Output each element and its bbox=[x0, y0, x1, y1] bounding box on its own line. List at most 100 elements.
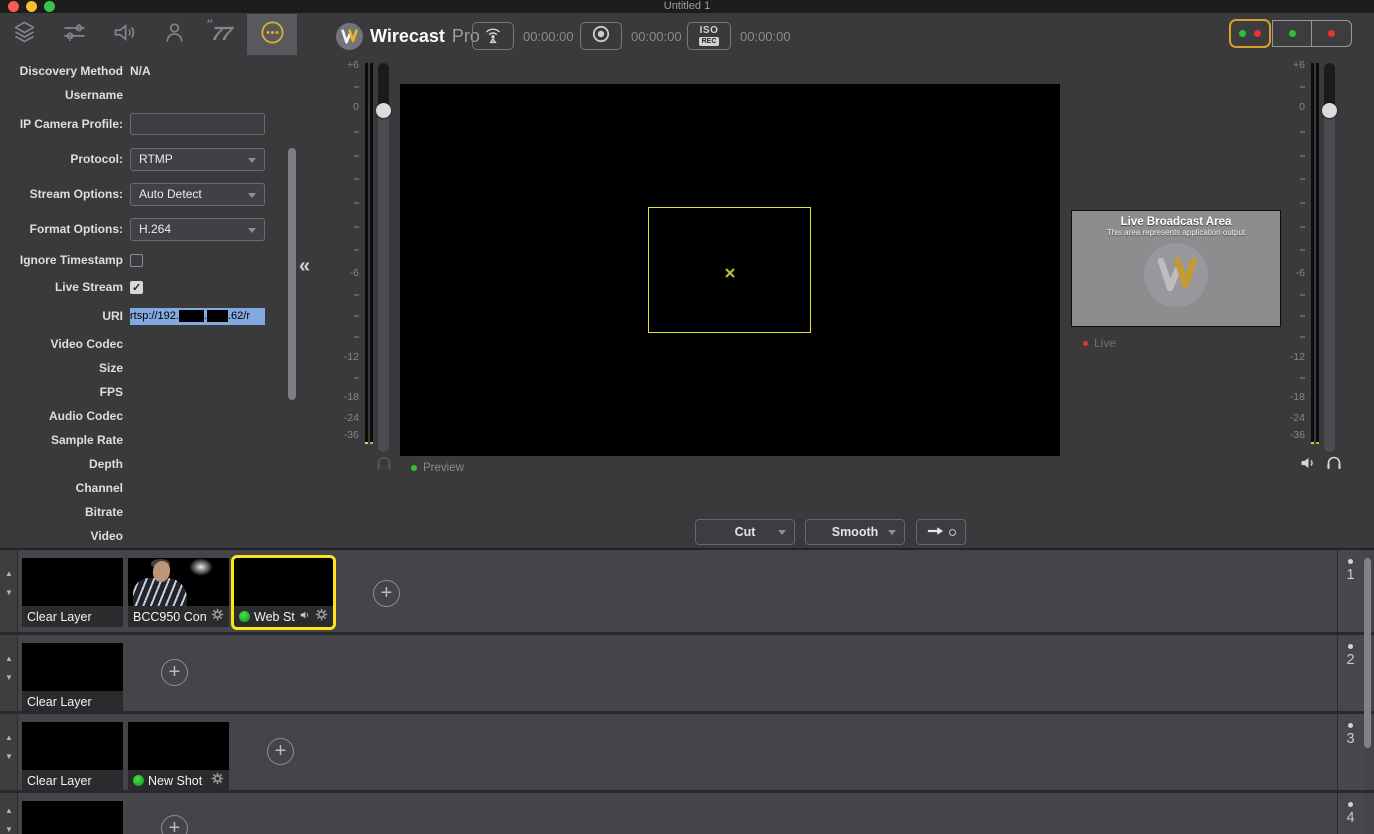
add-shot-button[interactable] bbox=[161, 815, 188, 834]
move-layer-up-button[interactable] bbox=[3, 568, 15, 580]
move-layer-up-button[interactable] bbox=[3, 732, 15, 744]
uri-field[interactable]: rtsp://192...62/r bbox=[130, 308, 265, 325]
shot-thumbnail bbox=[128, 722, 229, 770]
volume-fader-knob[interactable] bbox=[1322, 103, 1337, 118]
stream-options-label: Stream Options: bbox=[0, 187, 130, 201]
tab-more-selected[interactable] bbox=[247, 14, 297, 55]
shot-thumbnail bbox=[22, 643, 123, 691]
add-shot-button[interactable] bbox=[373, 580, 400, 607]
iso-record-button[interactable]: ISO REC bbox=[687, 22, 731, 50]
shot-web-stream-selected[interactable]: Web St bbox=[231, 555, 336, 630]
ignore-timestamp-checkbox[interactable] bbox=[130, 254, 143, 267]
adjust-sliders-icon bbox=[61, 19, 88, 51]
volume-fader-track[interactable] bbox=[378, 63, 389, 452]
layout-preview-live-button[interactable] bbox=[1229, 19, 1271, 48]
format-options-value: H.264 bbox=[139, 222, 171, 236]
stream-timer-group: 00:00:00 bbox=[472, 22, 574, 50]
titlebar: Untitled 1 bbox=[0, 0, 1374, 13]
preview-dot-icon bbox=[1239, 30, 1246, 37]
tab-adjustments[interactable] bbox=[52, 14, 96, 55]
shot-new-shot[interactable]: New Shot bbox=[128, 722, 229, 790]
live-stream-label: Live Stream bbox=[0, 280, 130, 294]
gear-icon[interactable] bbox=[211, 772, 224, 790]
live-area-title: Live Broadcast Area bbox=[1072, 216, 1280, 228]
layer-number-cell[interactable]: 3 bbox=[1337, 714, 1363, 790]
shot-clear-layer[interactable]: Clear Layer bbox=[22, 558, 123, 627]
transition-1-value: Cut bbox=[735, 525, 756, 539]
shot-clear-layer[interactable]: Clear Layer bbox=[22, 643, 123, 711]
audio-speaker-icon[interactable] bbox=[299, 608, 311, 626]
live-stream-checkbox[interactable] bbox=[130, 281, 143, 294]
layers-scrollbar[interactable] bbox=[1364, 558, 1371, 748]
layer-reorder-strip bbox=[0, 635, 18, 711]
shot-layers-panel: Clear Layer BCC950 Conf Web St bbox=[0, 548, 1374, 834]
layer-number-cell[interactable]: 1 bbox=[1337, 550, 1363, 632]
output-layout-selector bbox=[1229, 19, 1352, 48]
mute-speaker-icon[interactable] bbox=[1299, 454, 1317, 472]
preview-canvas[interactable] bbox=[400, 84, 1060, 456]
add-shot-button[interactable] bbox=[267, 738, 294, 765]
move-layer-up-button[interactable] bbox=[3, 805, 15, 817]
layers-stack-icon bbox=[11, 19, 38, 51]
move-layer-down-button[interactable] bbox=[3, 824, 15, 834]
add-shot-button[interactable] bbox=[161, 659, 188, 686]
sidebar-scrollbar[interactable] bbox=[288, 148, 296, 400]
tab-playlist[interactable]: 77 bbox=[200, 14, 244, 55]
volume-fader-track[interactable] bbox=[1324, 63, 1335, 452]
transition-2-select[interactable]: Smooth bbox=[805, 519, 905, 545]
transition-1-select[interactable]: Cut bbox=[695, 519, 795, 545]
gear-icon[interactable] bbox=[211, 608, 224, 626]
monitor-headphone-icon[interactable] bbox=[375, 453, 393, 471]
jersey-77-icon: 77 bbox=[211, 24, 233, 46]
stream-button[interactable] bbox=[472, 22, 514, 50]
layer-dot-icon bbox=[1348, 644, 1353, 649]
layer-number-cell[interactable]: 4 bbox=[1337, 793, 1363, 834]
username-label: Username bbox=[0, 88, 130, 102]
shot-clear-layer[interactable] bbox=[22, 801, 123, 834]
shot-clear-layer[interactable]: Clear Layer bbox=[22, 722, 123, 790]
go-transition-button[interactable] bbox=[916, 519, 966, 545]
record-button[interactable] bbox=[580, 22, 622, 50]
protocol-select[interactable]: RTMP bbox=[130, 148, 265, 171]
brand: Wirecast Pro bbox=[336, 22, 480, 50]
move-layer-up-button[interactable] bbox=[3, 653, 15, 665]
discovery-method-value: N/A bbox=[130, 64, 151, 78]
stream-options-select[interactable]: Auto Detect bbox=[130, 183, 265, 206]
layout-live-only-button[interactable] bbox=[1312, 20, 1352, 47]
discovery-method-label: Discovery Method bbox=[0, 64, 130, 78]
shot-thumbnail bbox=[22, 801, 123, 834]
protocol-label: Protocol: bbox=[0, 152, 130, 166]
size-label: Size bbox=[0, 361, 130, 375]
layer-reorder-strip bbox=[0, 793, 18, 834]
tab-audio[interactable] bbox=[102, 14, 146, 55]
bitrate-label: Bitrate bbox=[0, 505, 130, 519]
iso-label: ISO bbox=[700, 26, 719, 36]
volume-fader-knob[interactable] bbox=[376, 103, 391, 118]
tab-guest[interactable] bbox=[152, 14, 196, 55]
live-audio-meter: +6 0 -6 -12 -18 -24 -36 bbox=[1279, 57, 1339, 469]
move-layer-down-button[interactable] bbox=[3, 587, 15, 599]
fps-label: FPS bbox=[0, 385, 130, 399]
gear-icon[interactable] bbox=[315, 608, 328, 626]
tab-shot-layers[interactable] bbox=[2, 14, 46, 55]
ip-camera-profile-label: IP Camera Profile: bbox=[0, 117, 130, 131]
live-broadcast-area: Live Broadcast Area This area represents… bbox=[1071, 210, 1281, 327]
live-dot-icon bbox=[1254, 30, 1261, 37]
monitor-headphone-icon[interactable] bbox=[1325, 453, 1343, 471]
preview-dot-icon bbox=[1289, 30, 1296, 37]
ip-camera-profile-input[interactable] bbox=[130, 113, 265, 135]
layer-number-cell[interactable]: 2 bbox=[1337, 635, 1363, 711]
preview-audio-meter: +6 0 -6 -12 -18 -24 -36 bbox=[333, 57, 393, 469]
depth-label: Depth bbox=[0, 457, 130, 471]
layout-preview-only-button[interactable] bbox=[1272, 20, 1312, 47]
layer-number: 3 bbox=[1338, 731, 1363, 747]
preview-caption-text: Preview bbox=[423, 462, 464, 474]
collapse-sidebar-chevron-icon[interactable] bbox=[299, 255, 310, 278]
layer-reorder-strip bbox=[0, 550, 18, 632]
format-options-select[interactable]: H.264 bbox=[130, 218, 265, 241]
move-layer-down-button[interactable] bbox=[3, 672, 15, 684]
shot-thumbnail bbox=[22, 558, 123, 606]
move-layer-down-button[interactable] bbox=[3, 751, 15, 763]
selection-center-handle[interactable] bbox=[725, 265, 735, 275]
shot-bcc950[interactable]: BCC950 Conf bbox=[128, 558, 229, 627]
